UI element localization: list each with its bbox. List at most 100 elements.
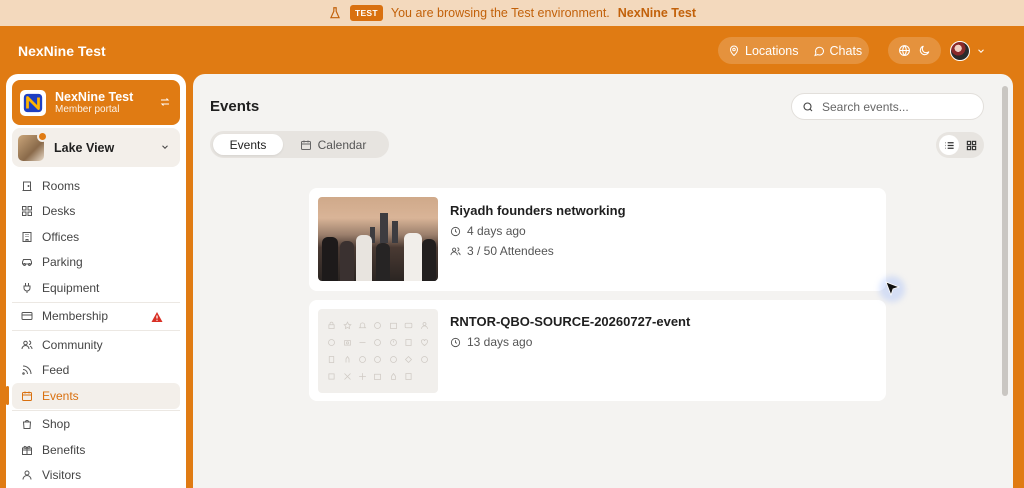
- event-card[interactable]: RNTOR-QBO-SOURCE-20260727-event 13 days …: [309, 300, 886, 401]
- sidebar-item-label: Events: [42, 388, 79, 403]
- search-icon: [803, 101, 813, 111]
- grid-view-button[interactable]: [961, 135, 981, 155]
- tab-events[interactable]: Events: [213, 134, 283, 155]
- top-bar: NexNine Test Locations Chats: [0, 26, 1024, 74]
- list-view-button[interactable]: [939, 135, 959, 155]
- event-title[interactable]: Riyadh founders networking: [450, 203, 626, 218]
- door-icon: [22, 181, 32, 191]
- mouse-cursor-icon: [885, 281, 901, 297]
- avatar: [950, 41, 970, 61]
- sidebar-item-events[interactable]: Events: [6, 383, 180, 409]
- chats-label: Chats: [829, 43, 863, 58]
- event-time: 13 days ago: [450, 335, 532, 349]
- locations-label: Locations: [745, 43, 799, 58]
- event-time-text: 13 days ago: [467, 335, 533, 349]
- test-badge: TEST: [349, 5, 383, 21]
- calendar-icon: [300, 140, 311, 150]
- tab-label: Calendar: [317, 137, 367, 152]
- org-logo: [20, 89, 46, 116]
- sidebar: NexNine Test Member portal Lake View Roo…: [6, 74, 186, 488]
- sidebar-item-label: Desks: [42, 204, 76, 219]
- scrollbar[interactable]: [1002, 86, 1008, 396]
- sidebar-item-visitors[interactable]: Visitors: [12, 463, 180, 488]
- switch-arrows-icon[interactable]: [159, 96, 171, 108]
- banner-org: NexNine Test: [617, 6, 697, 20]
- nexnine-logo-icon: [23, 93, 43, 112]
- location-name: Lake View: [54, 140, 115, 155]
- list-icon: [944, 141, 954, 149]
- sidebar-divider: [12, 330, 180, 331]
- tab-calendar[interactable]: Calendar: [283, 134, 383, 155]
- event-image: [318, 197, 438, 281]
- person-icon: [22, 470, 32, 480]
- sidebar-item-label: Equipment: [42, 280, 100, 295]
- flask-icon: [329, 7, 340, 19]
- tab-label: Events: [229, 137, 267, 152]
- sidebar-item-desks[interactable]: Desks: [12, 199, 180, 225]
- sidebar-item-community[interactable]: Community: [12, 332, 180, 358]
- globe-icon[interactable]: [898, 44, 911, 57]
- chats-button[interactable]: Chats: [813, 43, 863, 58]
- layout-toggle: [936, 132, 984, 158]
- sidebar-item-label: Parking: [42, 255, 83, 270]
- calendar-icon: [22, 391, 32, 401]
- sidebar-item-equipment[interactable]: Equipment: [12, 275, 180, 301]
- org-name: NexNine Test: [55, 89, 134, 104]
- sidebar-item-feed[interactable]: Feed: [12, 358, 180, 384]
- chat-bubble-icon: [813, 46, 824, 56]
- sidebar-item-benefits[interactable]: Benefits: [12, 437, 180, 463]
- location-selector[interactable]: Lake View: [12, 128, 180, 167]
- event-attendees-text: 3 / 50 Attendees: [467, 244, 554, 258]
- map-pin-icon: [729, 45, 739, 56]
- sidebar-divider: [12, 301, 180, 303]
- grid-icon: [966, 140, 976, 150]
- search-input[interactable]: [822, 99, 972, 114]
- sidebar-item-label: Membership: [42, 309, 109, 324]
- moon-icon[interactable]: [918, 44, 931, 57]
- header-nav: Locations Chats: [718, 37, 869, 64]
- sidebar-item-offices[interactable]: Offices: [12, 224, 180, 250]
- location-status-dot: [37, 130, 48, 142]
- sidebar-item-label: Benefits: [42, 442, 86, 457]
- building-icon: [22, 231, 32, 242]
- test-environment-banner: TEST You are browsing the Test environme…: [0, 0, 1024, 26]
- clock-icon: [450, 226, 461, 236]
- chevron-down-icon: [978, 49, 984, 53]
- search-box[interactable]: [791, 93, 984, 120]
- view-tabs: Events Calendar: [210, 131, 389, 158]
- sidebar-item-label: Rooms: [42, 178, 81, 193]
- sidebar-item-label: Offices: [42, 229, 80, 244]
- people-icon: [450, 246, 461, 255]
- warning-icon: [151, 311, 163, 322]
- locations-button[interactable]: Locations: [728, 44, 799, 58]
- event-time-text: 4 days ago: [467, 224, 526, 238]
- page-title: Events: [210, 98, 260, 115]
- event-attendees: 3 / 50 Attendees: [450, 244, 554, 258]
- grid-icon: [22, 206, 32, 217]
- gift-icon: [22, 445, 32, 455]
- event-placeholder-image: [318, 309, 438, 393]
- org-subtitle: Member portal: [55, 103, 120, 115]
- event-time: 4 days ago: [450, 224, 526, 238]
- event-title[interactable]: RNTOR-QBO-SOURCE-20260727-event: [450, 314, 690, 329]
- brand-name[interactable]: NexNine Test: [18, 43, 106, 59]
- chevron-down-icon: [162, 145, 168, 149]
- sidebar-item-label: Community: [42, 337, 103, 352]
- bag-icon: [22, 420, 32, 430]
- org-switcher[interactable]: NexNine Test Member portal: [12, 80, 180, 125]
- main-content: Events Events Calendar: [193, 74, 1013, 488]
- sidebar-item-label: Visitors: [42, 468, 82, 483]
- sidebar-item-shop[interactable]: Shop: [12, 412, 180, 438]
- user-menu[interactable]: [950, 41, 986, 61]
- card-icon: [21, 312, 33, 321]
- car-icon: [22, 259, 32, 267]
- event-card[interactable]: Riyadh founders networking 4 days ago 3 …: [309, 188, 886, 291]
- rss-icon: [22, 365, 32, 375]
- sidebar-item-membership[interactable]: Membership: [12, 304, 180, 330]
- sidebar-item-label: Shop: [42, 417, 71, 432]
- sidebar-item-label: Feed: [42, 363, 70, 378]
- sidebar-divider: [12, 409, 180, 411]
- sidebar-item-rooms[interactable]: Rooms: [12, 173, 180, 199]
- sidebar-item-parking[interactable]: Parking: [12, 250, 180, 276]
- banner-message: You are browsing the Test environment.: [390, 6, 610, 20]
